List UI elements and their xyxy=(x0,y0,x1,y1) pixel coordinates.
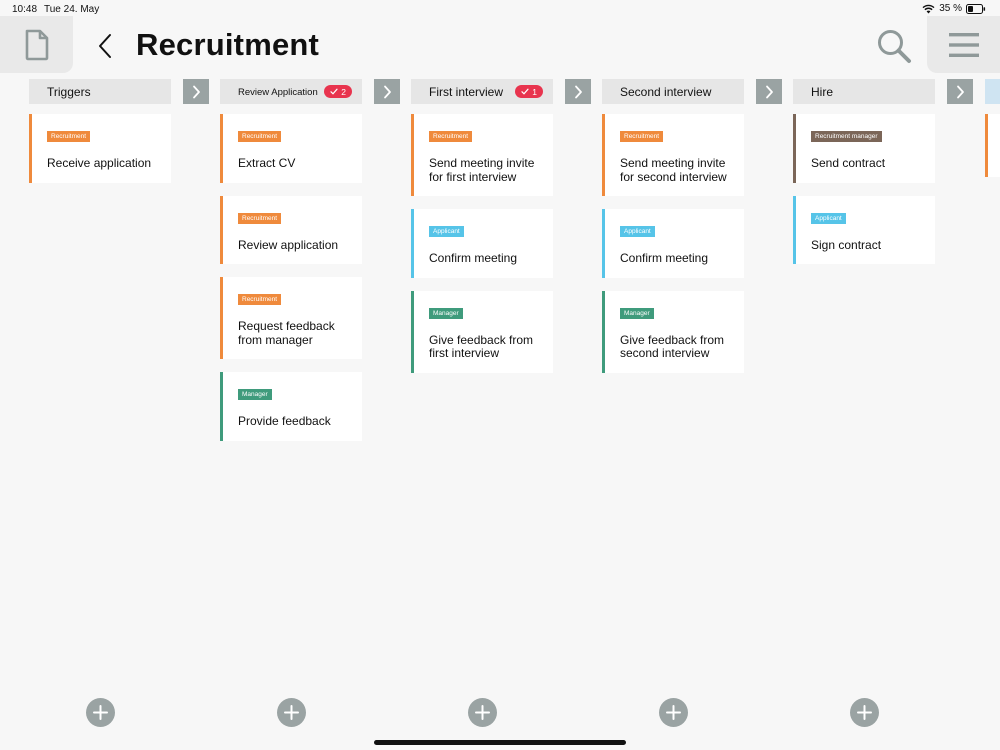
role-tag: Recruitment xyxy=(620,131,664,142)
task-title: Request feedback from manager xyxy=(238,319,335,347)
role-tag: Applicant xyxy=(429,226,464,237)
task-card[interactable]: Recruitment Send meeting invite for secon… xyxy=(602,114,744,196)
search-button[interactable] xyxy=(876,28,912,64)
role-tag: Manager xyxy=(620,307,654,319)
role-tag: Recruitment xyxy=(238,212,282,224)
task-title: Confirm meeting xyxy=(429,251,518,265)
column-header[interactable]: First interview 1 xyxy=(411,79,553,104)
task-title: Send meeting invite for second interview xyxy=(620,156,727,184)
add-card-button[interactable] xyxy=(277,698,306,727)
plus-icon xyxy=(284,705,299,720)
role-tag: Recruitment xyxy=(429,131,473,142)
task-count-badge: 1 xyxy=(515,85,543,98)
next-stage-button[interactable] xyxy=(947,79,973,104)
role-tag: Recruitment xyxy=(47,131,91,142)
role-tag: Recruitment xyxy=(238,294,282,305)
column-review-application: Review Application 2 Recruitment Extract CV… xyxy=(220,79,362,441)
task-title: Send meeting invite for first interview xyxy=(429,156,535,184)
task-card[interactable]: Applicant Confirm meeting xyxy=(602,209,744,278)
battery-icon xyxy=(966,3,986,14)
chevron-right-icon xyxy=(383,85,391,98)
role-tag: Manager xyxy=(429,307,463,319)
column-header[interactable]: Triggers xyxy=(29,79,171,104)
back-button[interactable] xyxy=(94,30,116,62)
role-tag: Manager xyxy=(238,389,272,400)
task-title: Receive application xyxy=(47,156,152,170)
task-title: Sign contract xyxy=(811,237,882,252)
task-card[interactable]: Applicant Confirm meeting xyxy=(411,209,553,278)
plus-icon xyxy=(666,705,681,720)
role-tag: Applicant xyxy=(811,212,846,224)
task-card[interactable]: Recruitment Send meeting invite for first… xyxy=(411,114,553,196)
column-second-interview: Second interview Recruitment Send meeting … xyxy=(602,79,744,373)
plus-icon xyxy=(475,705,490,720)
chevron-left-icon xyxy=(99,34,111,58)
column-header[interactable]: Hire xyxy=(793,79,935,104)
task-card[interactable]: Recruitment Receive application xyxy=(29,114,171,183)
task-title: Extract CV xyxy=(238,156,296,170)
hamburger-icon xyxy=(948,32,979,57)
wifi-icon xyxy=(922,4,935,13)
status-right: 35 % xyxy=(922,3,986,14)
add-card-button[interactable] xyxy=(659,698,688,727)
document-button[interactable] xyxy=(0,16,73,73)
home-indicator xyxy=(374,740,626,745)
task-title: Confirm meeting xyxy=(620,251,709,265)
card-partial[interactable] xyxy=(985,114,1000,177)
page-title: Recruitment xyxy=(136,27,320,62)
task-title: Review application xyxy=(238,237,339,252)
column-triggers: Triggers Recruitment Receive application xyxy=(29,79,171,183)
column-title: Review Application xyxy=(238,86,318,98)
task-title: Send contract xyxy=(811,156,886,170)
task-card[interactable]: Manager Give feedback from first intervie… xyxy=(411,290,553,373)
next-stage-button[interactable] xyxy=(565,79,591,104)
column-first-interview: First interview 1 Recruitment Send meeting … xyxy=(411,79,553,373)
chevron-right-icon xyxy=(574,85,582,98)
menu-button[interactable] xyxy=(927,16,1000,73)
search-icon xyxy=(878,30,911,63)
battery-percent: 35 % xyxy=(939,3,962,14)
task-card[interactable]: Recruitment Request feedback from manager xyxy=(220,277,362,359)
task-title: Give feedback from second interview xyxy=(620,332,725,360)
column-title: Second interview xyxy=(620,85,712,99)
column-header[interactable]: Review Application 2 xyxy=(220,79,362,104)
add-card-button[interactable] xyxy=(468,698,497,727)
task-card[interactable]: Manager Provide feedback xyxy=(220,372,362,441)
task-card[interactable]: Recruitment manager Send contract xyxy=(793,114,935,183)
document-icon xyxy=(25,29,48,60)
column-title: First interview xyxy=(429,85,504,99)
task-card[interactable]: Applicant Sign contract xyxy=(793,195,935,264)
next-stage-button[interactable] xyxy=(183,79,209,104)
next-stage-button[interactable] xyxy=(756,79,782,104)
task-count: 1 xyxy=(532,86,537,97)
task-count: 2 xyxy=(341,86,346,97)
chevron-right-icon xyxy=(956,85,964,98)
column-header[interactable]: Second interview xyxy=(602,79,744,104)
column-title: Hire xyxy=(811,85,834,99)
add-card-button[interactable] xyxy=(86,698,115,727)
next-stage-button[interactable] xyxy=(374,79,400,104)
check-icon xyxy=(521,88,529,95)
task-card[interactable]: Manager Give feedback from second intervi… xyxy=(602,290,744,373)
status-time: 10:48 xyxy=(12,4,38,15)
column-header-partial[interactable] xyxy=(985,79,1000,104)
status-bar: 10:48 Tue 24. May 35 % xyxy=(0,0,1000,18)
task-card[interactable]: Recruitment Extract CV xyxy=(220,114,362,183)
check-icon xyxy=(330,88,338,95)
status-date: Tue 24. May xyxy=(44,4,100,15)
role-tag: Recruitment manager xyxy=(811,131,882,142)
role-tag: Applicant xyxy=(620,226,655,237)
task-card[interactable]: Recruitment Review application xyxy=(220,195,362,264)
task-count-badge: 2 xyxy=(324,85,352,98)
task-title: Give feedback from first interview xyxy=(429,332,534,360)
task-title: Provide feedback xyxy=(238,414,331,428)
column-title: Triggers xyxy=(47,85,91,99)
column-hire: Hire Recruitment manager Send contract Appl… xyxy=(793,79,935,264)
chevron-right-icon xyxy=(192,85,200,98)
add-card-button[interactable] xyxy=(850,698,879,727)
plus-icon xyxy=(93,705,108,720)
role-tag: Recruitment xyxy=(238,131,282,142)
plus-icon xyxy=(857,705,872,720)
chevron-right-icon xyxy=(765,85,773,98)
